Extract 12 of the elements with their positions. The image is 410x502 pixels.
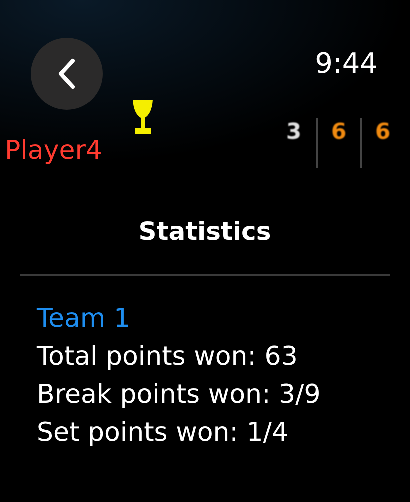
set-score: 6 [331,120,347,147]
team-name: Team 1 [37,303,132,336]
screen-title: Statistics [138,217,272,246]
set-score: 3 [286,120,302,147]
stat-line: Break points won: 3/9 [37,379,322,412]
trophy-icon [132,98,154,136]
stat-line: Set points won: 1/4 [37,417,290,450]
set-score: 6 [375,120,391,147]
back-icon [58,58,76,90]
stat-line: Total points won: 63 [37,341,299,374]
clock-time: 9:44 [315,46,378,80]
player-name: Player4 [5,136,102,166]
